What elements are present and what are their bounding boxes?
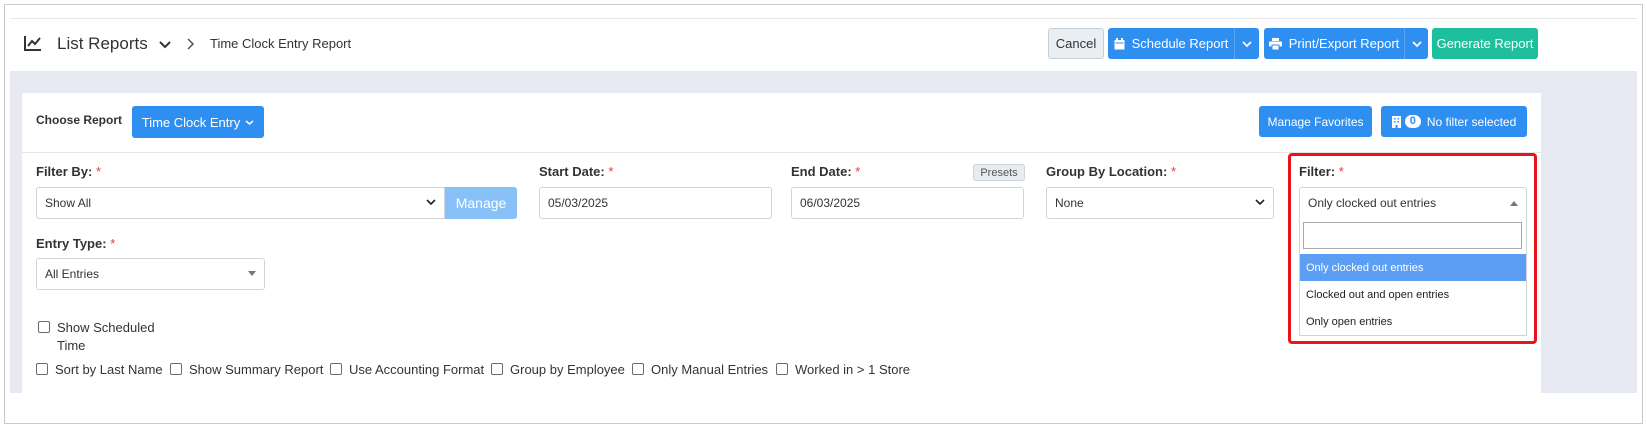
content-band-right (1541, 93, 1637, 393)
cancel-label: Cancel (1055, 36, 1097, 51)
filter-by-select[interactable]: Show All (36, 187, 445, 219)
generate-report-label: Generate Report (1436, 36, 1534, 51)
building-icon (1391, 115, 1401, 128)
presets-button[interactable]: Presets (973, 164, 1025, 181)
filter-by-label: Filter By: * (36, 164, 101, 179)
required-marker: * (1170, 164, 1177, 179)
breadcrumb-separator-icon (187, 38, 195, 50)
printer-icon (1268, 37, 1282, 50)
required-marker: * (608, 164, 614, 179)
chevron-down-icon (1255, 199, 1265, 206)
show-scheduled-time-label-cont: Time (57, 338, 86, 353)
show-summary-report-label: Show Summary Report (189, 362, 324, 377)
group-by-location-select[interactable]: None (1046, 187, 1274, 219)
page-title[interactable]: List Reports (57, 34, 148, 54)
entry-type-select[interactable]: All Entries (36, 258, 265, 290)
manage-favorites-label: Manage Favorites (1267, 114, 1364, 129)
required-marker: * (95, 164, 102, 179)
entry-type-value: All Entries (45, 267, 100, 281)
breadcrumb-current: Time Clock Entry Report (210, 36, 352, 51)
chevron-down-icon[interactable] (158, 38, 172, 52)
filter-count-badge: 0 (1404, 115, 1421, 128)
sort-by-last-name-label: Sort by Last Name (55, 362, 163, 377)
report-type-dropdown[interactable]: Time Clock Entry (132, 106, 264, 138)
filter-status-label: No filter selected (1426, 114, 1517, 129)
cancel-button[interactable]: Cancel (1048, 28, 1104, 59)
end-date-value: 06/03/2025 (800, 196, 861, 210)
end-date-input[interactable]: 06/03/2025 (791, 187, 1024, 219)
start-date-label: Start Date: * (539, 164, 613, 179)
caret-down-icon (248, 271, 256, 276)
group-by-employee-label: Group by Employee (510, 362, 625, 377)
only-manual-entries-label: Only Manual Entries (651, 362, 769, 377)
schedule-report-button[interactable]: Schedule Report (1108, 28, 1234, 59)
end-date-label: End Date: * (791, 164, 860, 179)
highlight-box (1288, 153, 1537, 344)
report-type-value: Time Clock Entry (141, 114, 241, 130)
start-date-label-text: Start Date: (539, 164, 605, 179)
entry-type-label-text: Entry Type: (36, 236, 107, 251)
manage-label: Manage (455, 195, 507, 211)
print-export-dropdown[interactable] (1404, 28, 1428, 59)
manage-button[interactable]: Manage (445, 187, 517, 219)
start-date-value: 05/03/2025 (548, 196, 609, 210)
group-by-value: None (1055, 196, 1084, 210)
group-by-label-text: Group By Location: (1046, 164, 1168, 179)
filter-status-button[interactable]: 0 No filter selected (1381, 106, 1527, 137)
schedule-report-label: Schedule Report (1131, 36, 1229, 51)
print-export-label: Print/Export Report (1288, 36, 1400, 51)
only-manual-entries-checkbox[interactable] (632, 363, 644, 375)
entry-type-label: Entry Type: * (36, 236, 115, 251)
worked-in-multiple-stores-label: Worked in > 1 Store (795, 362, 911, 377)
print-export-button[interactable]: Print/Export Report (1264, 28, 1404, 59)
filter-by-value: Show All (45, 196, 92, 210)
chevron-down-icon (245, 119, 254, 125)
sort-by-last-name-checkbox[interactable] (36, 363, 48, 375)
show-summary-report-checkbox[interactable] (170, 363, 182, 375)
manage-favorites-button[interactable]: Manage Favorites (1259, 106, 1372, 137)
required-marker: * (855, 164, 861, 179)
content-band (10, 71, 1637, 93)
schedule-report-dropdown[interactable] (1234, 28, 1259, 59)
calendar-icon (1114, 37, 1125, 49)
choose-report-label: Choose Report (36, 113, 123, 127)
show-scheduled-time-checkbox[interactable] (38, 321, 50, 333)
end-date-label-text: End Date: (791, 164, 852, 179)
chart-line-icon (24, 36, 41, 51)
generate-report-button[interactable]: Generate Report (1432, 28, 1538, 59)
group-by-employee-checkbox[interactable] (491, 363, 503, 375)
chevron-down-icon (1411, 40, 1422, 47)
filter-by-label-text: Filter By: (36, 164, 93, 179)
show-scheduled-time-label: Show Scheduled (57, 320, 155, 335)
required-marker: * (110, 236, 116, 251)
content-band-left (10, 93, 22, 393)
use-accounting-format-checkbox[interactable] (330, 363, 342, 375)
start-date-input[interactable]: 05/03/2025 (539, 187, 772, 219)
chevron-down-icon (1242, 40, 1252, 47)
group-by-location-label: Group By Location: * (1046, 164, 1176, 179)
use-accounting-format-label: Use Accounting Format (349, 362, 485, 377)
presets-label: Presets (980, 166, 1018, 179)
chevron-down-icon (426, 199, 436, 206)
worked-in-multiple-stores-checkbox[interactable] (776, 363, 788, 375)
